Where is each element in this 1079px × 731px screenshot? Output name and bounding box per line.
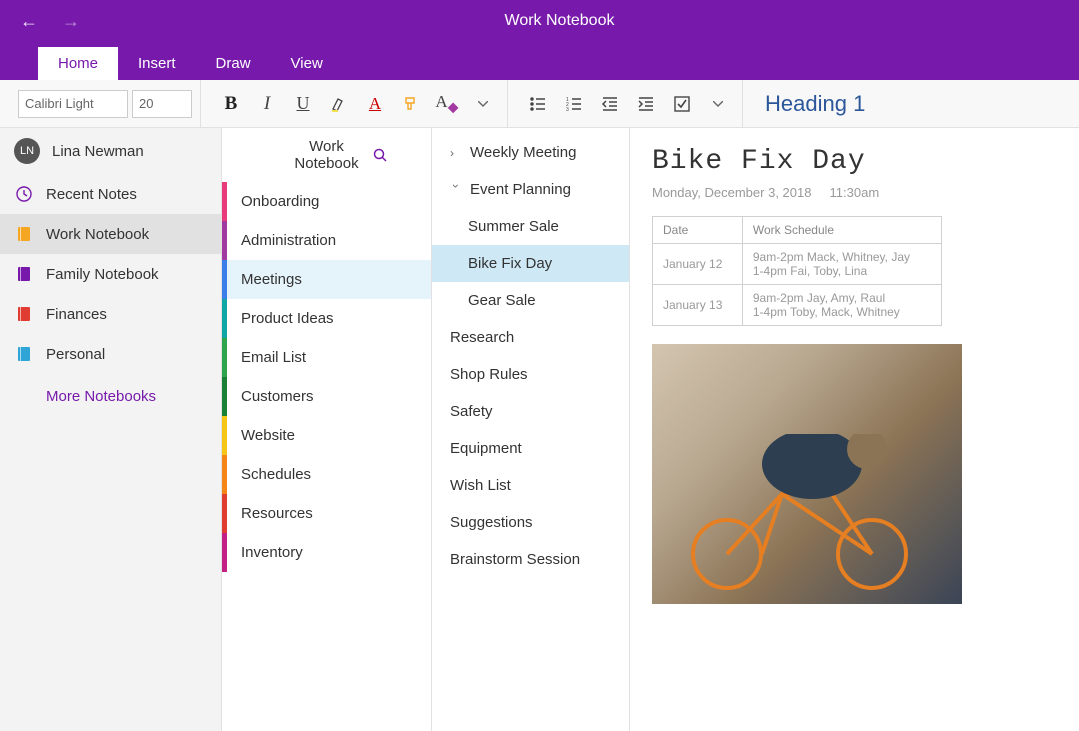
chevron-down-icon: › — [449, 184, 463, 196]
page-time: 11:30am — [830, 185, 880, 200]
section-item-4[interactable]: Email List — [222, 338, 431, 377]
ribbon-toolbar: Calibri Light 20 B I U A A◆ — [0, 80, 1079, 128]
italic-button[interactable]: I — [251, 88, 283, 120]
section-item-9[interactable]: Inventory — [222, 533, 431, 572]
table-cell[interactable]: January 12 — [653, 244, 743, 285]
svg-text:3: 3 — [566, 107, 569, 113]
page-label: Event Planning — [470, 181, 571, 198]
format-painter-button[interactable] — [395, 88, 427, 120]
page-group-1[interactable]: › Event Planning — [432, 171, 629, 208]
section-item-6[interactable]: Website — [222, 416, 431, 455]
table-cell[interactable]: 9am-2pm Mack, Whitney, Jay 1-4pm Fai, To… — [742, 244, 941, 285]
page-date: Monday, December 3, 2018 — [652, 185, 811, 200]
notebooks-sidebar: LN Lina Newman Recent Notes Work Noteboo… — [0, 128, 222, 731]
back-arrow-icon[interactable]: ← — [20, 11, 38, 32]
ribbon-tabs: Home Insert Draw View — [0, 42, 1079, 80]
title-bar: ← → Work Notebook — [0, 0, 1079, 42]
heading-style-select[interactable]: Heading 1 — [749, 91, 865, 117]
table-row: January 12 9am-2pm Mack, Whitney, Jay 1-… — [653, 244, 942, 285]
todo-checkbox-button[interactable] — [666, 88, 698, 120]
sidebar-label: Work Notebook — [46, 226, 149, 243]
page-item-5[interactable]: Research — [432, 319, 629, 356]
notebook-icon — [14, 344, 34, 364]
more-notebooks-link[interactable]: More Notebooks — [0, 374, 221, 419]
section-item-2[interactable]: Meetings — [222, 260, 431, 299]
bullet-list-button[interactable] — [522, 88, 554, 120]
notebook-header: Work Notebook — [222, 128, 431, 182]
page-item-10[interactable]: Suggestions — [432, 504, 629, 541]
page-item-4[interactable]: Gear Sale — [432, 282, 629, 319]
sidebar-item-notebook-1[interactable]: Family Notebook — [0, 254, 221, 294]
section-item-0[interactable]: Onboarding — [222, 182, 431, 221]
page-item-11[interactable]: Brainstorm Session — [432, 541, 629, 578]
sidebar-item-notebook-2[interactable]: Finances — [0, 294, 221, 334]
user-name: Lina Newman — [52, 143, 144, 160]
bold-button[interactable]: B — [215, 88, 247, 120]
sidebar-label: Recent Notes — [46, 186, 137, 203]
table-header-1: Work Schedule — [742, 217, 941, 244]
table-row: January 13 9am-2pm Jay, Amy, Raul 1-4pm … — [653, 285, 942, 326]
notebook-icon — [14, 264, 34, 284]
section-item-8[interactable]: Resources — [222, 494, 431, 533]
page-item-9[interactable]: Wish List — [432, 467, 629, 504]
sidebar-label: Family Notebook — [46, 266, 159, 283]
notebook-icon — [14, 224, 34, 244]
tab-draw[interactable]: Draw — [196, 47, 271, 80]
tab-home[interactable]: Home — [38, 47, 118, 80]
sidebar-label: Personal — [46, 346, 105, 363]
font-name-select[interactable]: Calibri Light — [18, 90, 128, 118]
section-item-5[interactable]: Customers — [222, 377, 431, 416]
more-paragraph-dropdown[interactable] — [702, 88, 734, 120]
sidebar-label: Finances — [46, 306, 107, 323]
page-item-8[interactable]: Equipment — [432, 430, 629, 467]
section-item-7[interactable]: Schedules — [222, 455, 431, 494]
notebook-title: Work Notebook — [280, 138, 373, 172]
page-item-7[interactable]: Safety — [432, 393, 629, 430]
clear-formatting-button[interactable]: A◆ — [431, 88, 463, 120]
search-icon[interactable] — [373, 148, 419, 162]
underline-button[interactable]: U — [287, 88, 319, 120]
section-item-3[interactable]: Product Ideas — [222, 299, 431, 338]
page-item-6[interactable]: Shop Rules — [432, 356, 629, 393]
avatar: LN — [14, 138, 40, 164]
forward-arrow-icon[interactable]: → — [62, 11, 80, 32]
sidebar-item-notebook-3[interactable]: Personal — [0, 334, 221, 374]
font-size-select[interactable]: 20 — [132, 90, 192, 118]
page-content[interactable]: Bike Fix Day Monday, December 3, 2018 11… — [630, 128, 1079, 731]
page-item-2[interactable]: Summer Sale — [432, 208, 629, 245]
recent-icon — [14, 184, 34, 204]
sections-column: Work Notebook Onboarding Administration … — [222, 128, 432, 731]
chevron-right-icon: › — [450, 146, 462, 160]
pages-column: › Weekly Meeting › Event Planning Summer… — [432, 128, 630, 731]
font-color-button[interactable]: A — [359, 88, 391, 120]
sidebar-item-recent[interactable]: Recent Notes — [0, 174, 221, 214]
embedded-image[interactable] — [652, 344, 962, 604]
app-title: Work Notebook — [100, 12, 1079, 30]
page-group-0[interactable]: › Weekly Meeting — [432, 134, 629, 171]
table-cell[interactable]: January 13 — [653, 285, 743, 326]
increase-indent-button[interactable] — [630, 88, 662, 120]
page-label: Weekly Meeting — [470, 144, 576, 161]
page-item-3[interactable]: Bike Fix Day — [432, 245, 629, 282]
table-header-0: Date — [653, 217, 743, 244]
tab-insert[interactable]: Insert — [118, 47, 196, 80]
tab-view[interactable]: View — [271, 47, 343, 80]
sidebar-item-notebook-0[interactable]: Work Notebook — [0, 214, 221, 254]
page-title[interactable]: Bike Fix Day — [652, 146, 1057, 177]
more-formatting-dropdown[interactable] — [467, 88, 499, 120]
section-item-1[interactable]: Administration — [222, 221, 431, 260]
page-meta: Monday, December 3, 2018 11:30am — [652, 185, 1057, 200]
user-account-row[interactable]: LN Lina Newman — [0, 128, 221, 174]
highlight-button[interactable] — [323, 88, 355, 120]
numbered-list-button[interactable]: 123 — [558, 88, 590, 120]
decrease-indent-button[interactable] — [594, 88, 626, 120]
table-cell[interactable]: 9am-2pm Jay, Amy, Raul 1-4pm Toby, Mack,… — [742, 285, 941, 326]
notebook-icon — [14, 304, 34, 324]
schedule-table[interactable]: Date Work Schedule January 12 9am-2pm Ma… — [652, 216, 942, 326]
